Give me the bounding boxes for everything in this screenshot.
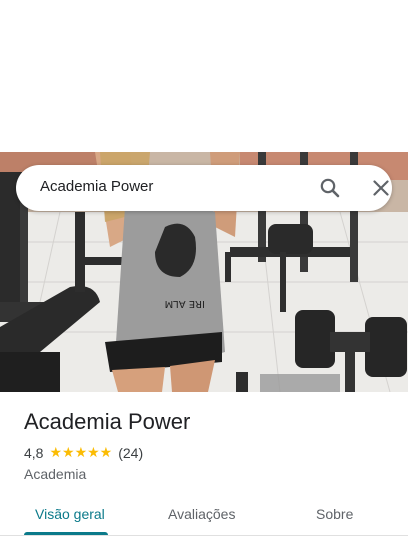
tab-about[interactable]: Sobre bbox=[316, 506, 353, 522]
search-input[interactable]: Academia Power bbox=[40, 178, 153, 195]
place-title: Academia Power bbox=[24, 409, 191, 434]
rating-value: 4,8 bbox=[24, 445, 44, 461]
tab-overview[interactable]: Visão geral bbox=[35, 506, 105, 522]
tab-reviews[interactable]: Avaliações bbox=[168, 506, 235, 522]
active-tab-indicator bbox=[24, 532, 108, 535]
tab-bar: Visão geral Avaliações Sobre bbox=[0, 496, 408, 536]
star-icon: ★★★★★ bbox=[49, 445, 113, 461]
svg-text:IRE ALM: IRE ALM bbox=[165, 298, 205, 309]
rating-row[interactable]: 4,8 ★★★★★ (24) bbox=[24, 445, 143, 461]
search-icon[interactable] bbox=[318, 176, 342, 200]
close-icon[interactable] bbox=[369, 176, 393, 200]
map-area bbox=[0, 0, 408, 152]
star-rating: ★★★★★ bbox=[49, 446, 112, 460]
review-count[interactable]: (24) bbox=[118, 445, 143, 461]
search-bar[interactable]: Academia Power bbox=[16, 165, 392, 211]
place-category[interactable]: Academia bbox=[24, 466, 86, 482]
